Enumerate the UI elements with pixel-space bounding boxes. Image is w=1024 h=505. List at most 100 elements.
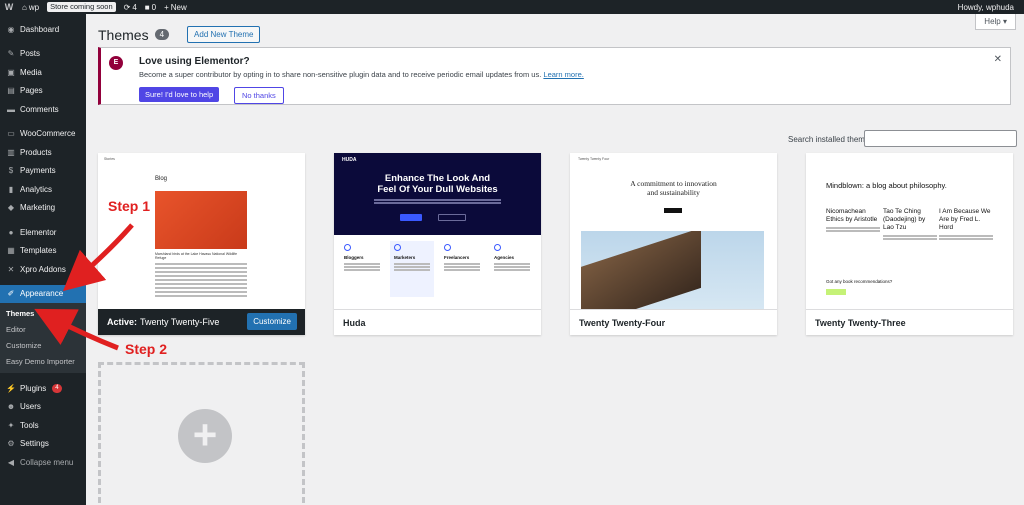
sidebar-item-xpro-addons[interactable]: ✕ Xpro Addons [0,260,86,279]
sidebar-item-posts[interactable]: ✎ Posts [0,45,86,64]
sidebar-item-plugins[interactable]: ⚡ Plugins 4 [0,379,86,398]
comments-link[interactable]: ■ 0 [141,3,160,12]
theme-name: Twenty Twenty-Three [806,309,1013,335]
preview-headline-line: Feel Of Your Dull Websites [377,184,498,195]
sidebar-item-label: WooCommerce [20,129,76,139]
sidebar-item-marketing[interactable]: ◆ Marketing [0,199,86,218]
comments-count: 0 [151,2,157,12]
preview-column: Marketers [390,241,434,297]
sidebar-item-settings[interactable]: ⚙ Settings [0,435,86,454]
theme-screenshot[interactable]: HUDA Enhance The Look And Feel Of Your Du… [334,153,541,309]
sidebar-item-elementor[interactable]: ● Elementor [0,223,86,242]
sidebar-item-label: Settings [20,439,49,449]
preview-headline: Enhance The Look And Feel Of Your Dull We… [334,173,541,195]
help-tab-button[interactable]: Help ▾ [975,14,1016,30]
search-label: Search installed themes [788,135,874,144]
theme-card-twenty-twenty-four[interactable]: Twenty Twenty Four A commitment to innov… [570,153,777,335]
updates-link[interactable]: ⟳ 4 [120,3,141,12]
submenu-customize[interactable]: Customize [0,337,86,353]
notice-title: Love using Elementor? [139,56,250,67]
circle-icon [344,244,351,251]
users-icon: ☻ [6,402,16,412]
preview-post-title: Tao Te Ching (Daodejing) by Lao Tzu [883,208,926,231]
preview-column-title: Bloggers [344,255,364,260]
no-thanks-button[interactable]: No thanks [234,87,284,104]
sidebar-item-label: Products [20,147,52,157]
templates-icon: ▦ [7,246,15,256]
sidebar-item-users[interactable]: ☻ Users [0,398,86,417]
sidebar-item-products[interactable]: ▥ Products [0,143,86,162]
dashboard-icon: ◉ [7,24,15,34]
preview-column: Freelancers [440,241,484,297]
theme-card-twenty-twenty-three[interactable]: Mindblown: a blog about philosophy. Nico… [806,153,1013,335]
media-icon: ▣ [7,67,15,77]
step2-label: Step 2 [125,341,168,357]
tools-icon: ✦ [7,420,15,430]
site-name: wp [28,2,40,12]
sidebar-item-label: Templates [20,246,57,256]
add-new-theme-tile[interactable]: + [98,362,305,505]
xpro-icon: ✕ [7,264,15,274]
notice-body: Become a super contributor by opting in … [139,70,542,79]
plus-icon: + [164,2,169,12]
sidebar-item-label: Tools [20,420,39,430]
theme-card-huda[interactable]: HUDA Enhance The Look And Feel Of Your Du… [334,153,541,335]
sidebar-item-dashboard[interactable]: ◉ Dashboard [0,20,86,39]
sidebar-item-pages[interactable]: ▤ Pages [0,82,86,101]
preview-column: Bloggers [340,241,384,297]
howdy-account[interactable]: Howdy, wphuda [954,3,1024,12]
appearance-submenu: Themes Editor Customize Easy Demo Import… [0,303,86,373]
sidebar-item-label: Payments [20,166,56,176]
preview-hero: HUDA Enhance The Look And Feel Of Your Du… [334,153,541,235]
site-name-link[interactable]: ⌂ wp [18,3,43,12]
products-icon: ▥ [7,147,15,157]
woocommerce-icon: ▭ [7,129,15,139]
collapse-menu-button[interactable]: ◀ Collapse menu [0,453,86,472]
preview-headline: Mindblown: a blog about philosophy. [826,181,947,190]
plugins-update-badge: 4 [52,383,62,393]
theme-screenshot[interactable]: Twenty Twenty Four A commitment to innov… [570,153,777,309]
sidebar-item-comments[interactable]: ▬ Comments [0,100,86,119]
sidebar-item-label: Comments [20,104,59,114]
learn-more-link[interactable]: Learn more. [543,70,583,79]
sidebar-item-analytics[interactable]: ▮ Analytics [0,180,86,199]
sidebar-item-woocommerce[interactable]: ▭ WooCommerce [0,125,86,144]
preview-post: Tao Te Ching (Daodejing) by Lao Tzu [883,208,937,241]
sidebar-item-appearance[interactable]: ✐ Appearance [0,284,86,303]
customize-button[interactable]: Customize [247,313,297,330]
sidebar-item-media[interactable]: ▣ Media [0,63,86,82]
preview-caption: Marshland birds at the Lake Havasu Natio… [155,252,238,260]
payments-icon: $ [8,166,14,176]
preview-blog-heading: Blog [155,176,168,182]
wordpress-logo-icon[interactable]: W [0,2,18,12]
submenu-themes[interactable]: Themes [0,305,86,321]
search-themes-input[interactable] [864,130,1017,147]
store-status[interactable]: Store coming soon [43,2,120,12]
theme-screenshot[interactable]: Stories Blog Marshland birds at the Lake… [98,153,305,309]
elementor-icon: ● [8,227,14,237]
updates-count: 4 [132,2,137,12]
sidebar-item-templates[interactable]: ▦ Templates [0,242,86,261]
preview-headline: A commitment to innovation and sustainabi… [610,179,737,197]
theme-name: Huda [334,309,541,335]
store-badge: Store coming soon [47,2,116,12]
chevron-down-icon: ▾ [1002,17,1007,26]
elementor-logo-icon: E [109,56,123,70]
preview-column-title: Marketers [394,255,416,260]
submenu-easy-demo-importer[interactable]: Easy Demo Importer [0,353,86,369]
theme-screenshot[interactable]: Mindblown: a blog about philosophy. Nico… [806,153,1013,309]
preview-question: Got any book recommendations? [826,279,893,284]
elementor-notice: E Love using Elementor? Become a super c… [98,47,1011,105]
theme-count-badge: 4 [154,29,170,40]
theme-card-twenty-twenty-five[interactable]: Stories Blog Marshland birds at the Lake… [98,153,305,335]
close-icon[interactable]: ✕ [994,54,1002,65]
add-new-theme-button[interactable]: Add New Theme [187,26,261,43]
submenu-editor[interactable]: Editor [0,321,86,337]
admin-bar: W ⌂ wp Store coming soon ⟳ 4 ■ 0 + New Howd… [0,0,1024,14]
pin-icon: ✎ [7,49,15,59]
preview-column-title: Freelancers [444,255,470,260]
sidebar-item-tools[interactable]: ✦ Tools [0,416,86,435]
new-content-link[interactable]: + New [160,3,191,12]
opt-in-button[interactable]: Sure! I'd love to help [139,87,220,102]
sidebar-item-payments[interactable]: $ Payments [0,162,86,181]
